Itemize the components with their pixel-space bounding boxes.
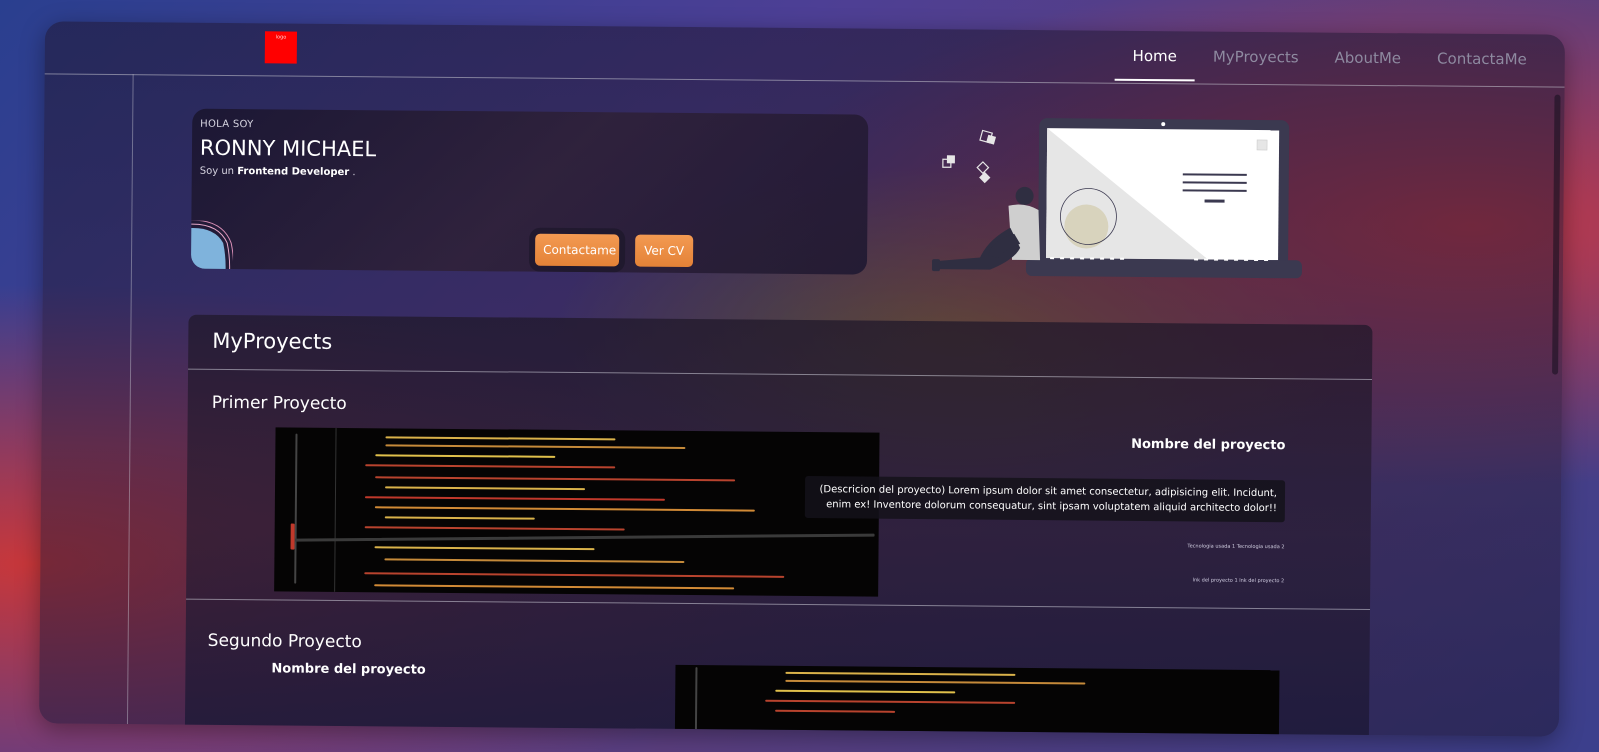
- hero-role-suffix: .: [352, 167, 356, 179]
- projects-title-divider: [188, 368, 1373, 380]
- projects-title: MyProyects: [212, 328, 333, 354]
- project-2-title: Segundo Proyecto: [207, 630, 362, 653]
- project-1-image: [274, 427, 880, 597]
- project-1-title: Primer Proyecto: [211, 392, 347, 415]
- main-nav: Home MyProyects AboutMe ContactaMe: [1114, 30, 1545, 87]
- decorative-blob: [190, 220, 234, 275]
- project-2-image: [674, 664, 1280, 737]
- sidebar-divider: [126, 74, 134, 725]
- hero-greeting: HOLA SOY: [200, 118, 254, 131]
- project-divider: [186, 598, 1371, 610]
- project-1-technologies: Tecnologia usada 1 Tecnologia usada 2: [1187, 543, 1285, 551]
- hero-role-title: Frontend Developer: [237, 166, 350, 179]
- hero-name: RONNY MICHAEL: [199, 135, 377, 162]
- scrollbar[interactable]: [1552, 94, 1561, 375]
- nav-aboutme[interactable]: AboutMe: [1316, 32, 1419, 83]
- project-1-links[interactable]: lnk del proyecto 1 lnk del proyecto 2: [1193, 577, 1285, 584]
- nav-contactame[interactable]: ContactaMe: [1419, 33, 1545, 84]
- logo-text: logo: [275, 34, 287, 41]
- nav-myproyects[interactable]: MyProyects: [1195, 31, 1317, 82]
- hero-role: Soy un Frontend Developer .: [200, 166, 356, 178]
- app-window: logo Home MyProyects AboutMe ContactaMe …: [38, 21, 1566, 737]
- project-2-name: Nombre del proyecto: [271, 661, 426, 678]
- contact-button[interactable]: Contactame: [534, 233, 620, 267]
- project-1-name: Nombre del proyecto: [1131, 436, 1286, 454]
- project-1-description: (Descricion del proyecto) Lorem ipsum do…: [804, 476, 1286, 523]
- logo[interactable]: logo: [264, 31, 298, 64]
- projects-section: MyProyects Primer Proyecto Nombre del pr…: [184, 314, 1373, 737]
- hero-card: HOLA SOY RONNY MICHAEL Soy un Frontend D…: [190, 108, 869, 275]
- nav-home[interactable]: Home: [1114, 30, 1196, 82]
- developer-illustration: [931, 118, 1303, 279]
- hero-role-prefix: Soy un: [199, 165, 235, 178]
- view-cv-button[interactable]: Ver CV: [634, 234, 694, 268]
